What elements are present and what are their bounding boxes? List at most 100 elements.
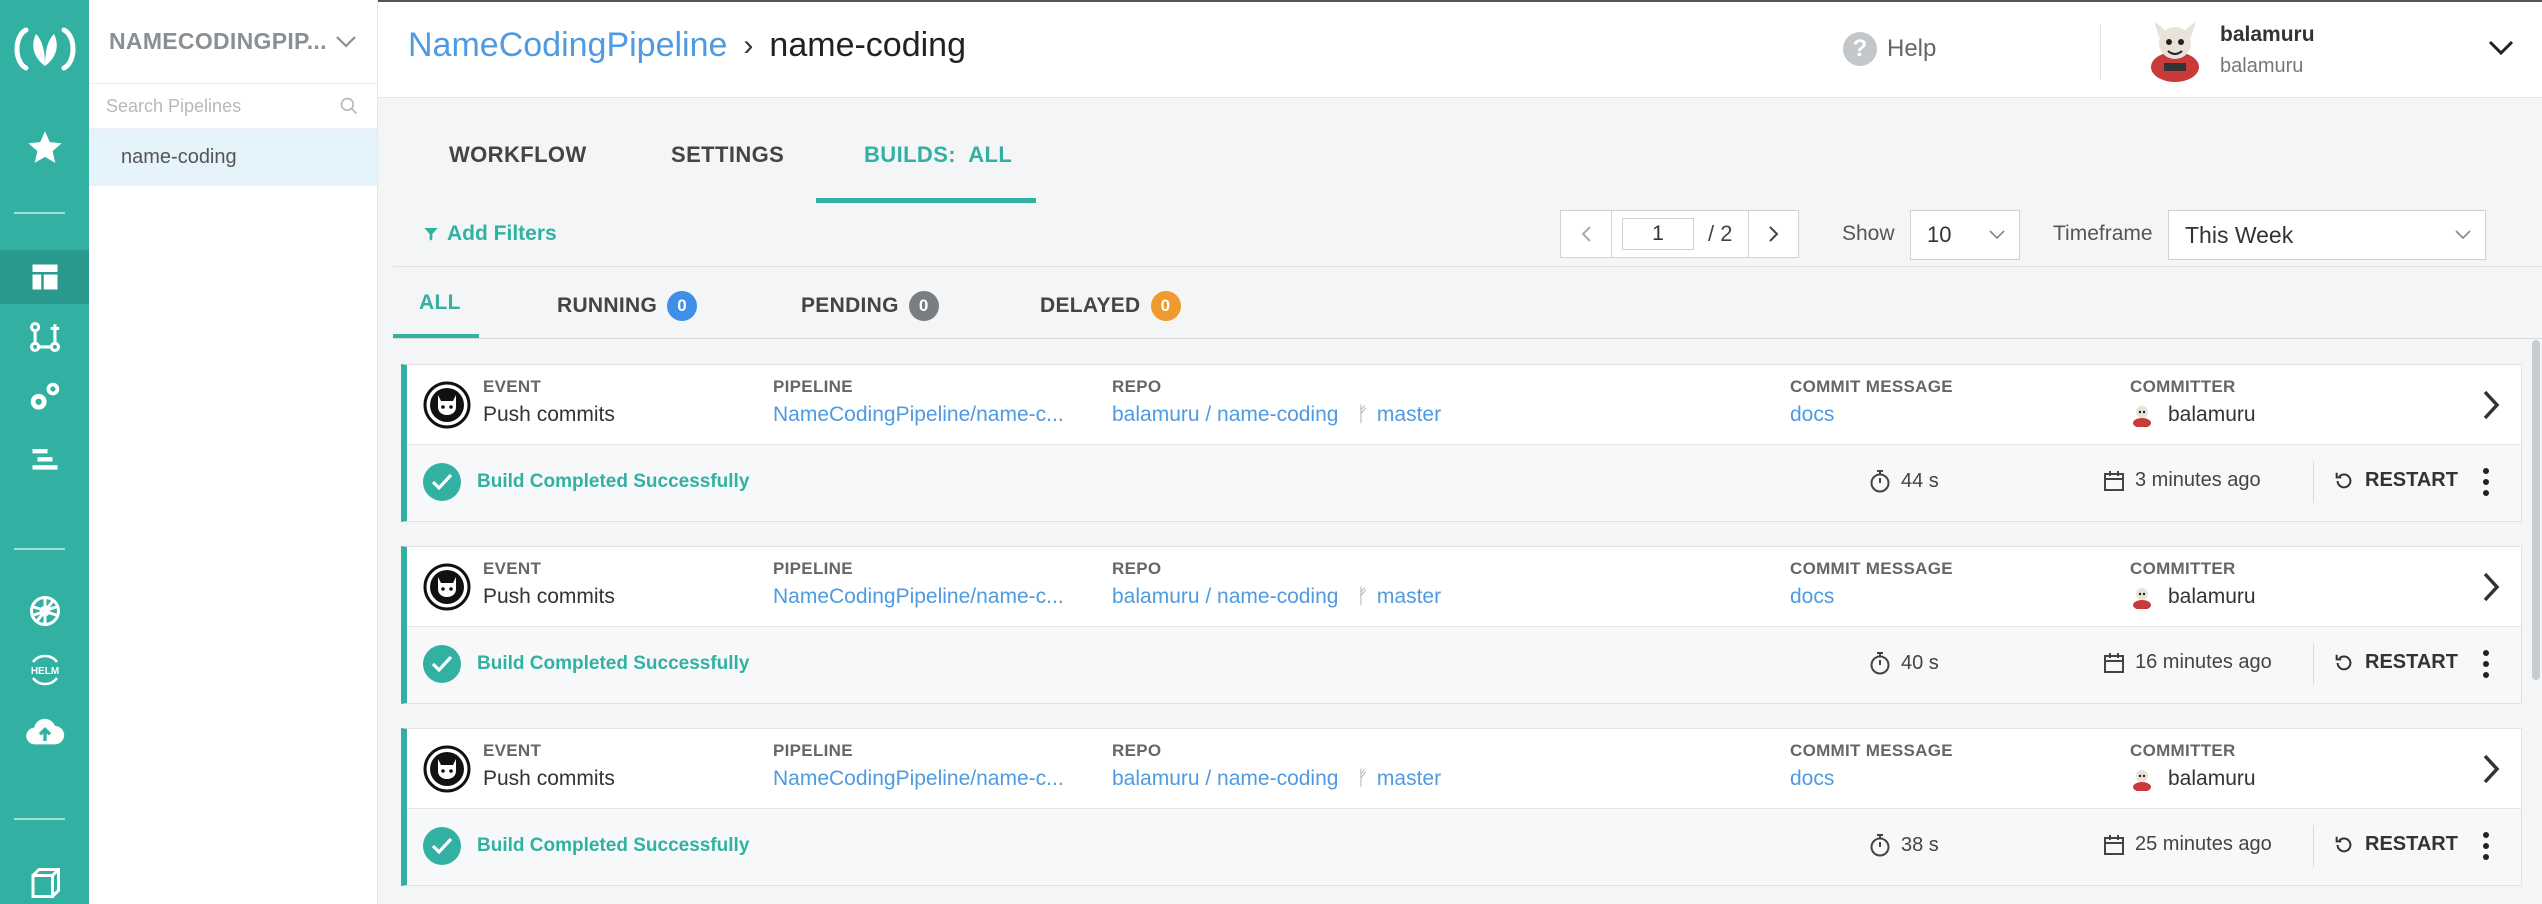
breadcrumb-project-link[interactable]: NameCodingPipeline <box>408 26 727 65</box>
cloud-upload-icon[interactable] <box>0 704 89 758</box>
restart-button[interactable]: RESTART <box>2333 833 2458 856</box>
tab-workflow[interactable]: WORKFLOW <box>449 142 587 168</box>
check-icon <box>423 645 461 683</box>
build-duration: 38 s <box>1869 833 1939 857</box>
page-number-input[interactable] <box>1622 218 1694 250</box>
pipeline-link[interactable]: NameCodingPipeline/name-c... <box>773 767 1064 791</box>
more-options-icon[interactable] <box>2481 465 2491 499</box>
branch-link[interactable]: ᚠ master <box>1356 767 1441 790</box>
pipeline-link[interactable]: NameCodingPipeline/name-c... <box>773 585 1064 609</box>
repo-column: REPO balamuru / name-coding ᚠ master <box>1112 741 1441 791</box>
pipeline-label: PIPELINE <box>773 377 853 396</box>
stopwatch-icon <box>1870 470 1890 493</box>
add-filters-button[interactable]: Add Filters <box>423 222 557 246</box>
pipelines-sidebar-header[interactable]: NAMECODINGPIP... <box>89 0 377 84</box>
repo-link[interactable]: balamuru / name-coding <box>1112 403 1338 426</box>
branch-link[interactable]: ᚠ master <box>1356 585 1441 608</box>
helm-icon[interactable]: HELM <box>0 643 89 697</box>
avatar <box>2151 21 2199 82</box>
commit-message-link[interactable]: docs <box>1790 403 1953 427</box>
scrollbar[interactable] <box>2532 340 2540 680</box>
user-name: balamuru <box>2220 22 2315 46</box>
commit-message-label: COMMIT MESSAGE <box>1790 377 1953 396</box>
build-card-status: Build Completed Successfully 40 s 16 min… <box>407 627 2521 703</box>
filter-icon <box>424 228 438 241</box>
prev-page-button[interactable] <box>1561 211 1611 257</box>
header-divider <box>2100 24 2101 80</box>
codefresh-logo-icon[interactable] <box>0 22 89 76</box>
pipeline-search-input[interactable] <box>106 95 326 117</box>
rail-divider <box>14 212 65 214</box>
page-size-select[interactable]: 10 <box>1910 210 2020 260</box>
pipeline-link[interactable]: NameCodingPipeline/name-c... <box>773 403 1064 427</box>
build-card[interactable]: EVENT Push commits PIPELINE NameCodingPi… <box>401 728 2522 886</box>
restart-label: RESTART <box>2365 469 2458 491</box>
build-card[interactable]: EVENT Push commits PIPELINE NameCodingPi… <box>401 546 2522 704</box>
repo-label: REPO <box>1112 741 1162 760</box>
chevron-right-icon[interactable] <box>2481 571 2501 603</box>
committer-label: COMMITTER <box>2130 377 2236 396</box>
committer-name: balamuru <box>2168 403 2256 426</box>
more-options-icon[interactable] <box>2481 829 2491 863</box>
restart-icon <box>2335 836 2352 852</box>
page-title: name-coding <box>769 26 966 64</box>
pagination: / 2 <box>1560 210 1800 258</box>
status-tab-all[interactable]: ALL <box>419 291 461 315</box>
star-icon[interactable] <box>0 120 89 174</box>
help-link[interactable]: ? Help <box>1843 32 1936 66</box>
event-label: EVENT <box>483 377 542 396</box>
build-status: Build Completed Successfully <box>423 827 749 865</box>
repo-link[interactable]: balamuru / name-coding <box>1112 585 1338 608</box>
commit-message-link[interactable]: docs <box>1790 767 1953 791</box>
search-icon <box>340 97 358 115</box>
commit-message-column: COMMIT MESSAGE docs <box>1790 559 1953 609</box>
sidebar-item-name-coding[interactable]: name-coding <box>89 129 377 186</box>
branch-name: master <box>1376 767 1442 790</box>
user-menu[interactable]: balamuru balamuru <box>2144 17 2315 83</box>
pipeline-column: PIPELINE NameCodingPipeline/name-c... <box>773 377 1064 427</box>
dashboard-icon[interactable] <box>0 250 89 304</box>
next-page-button[interactable] <box>1748 211 1798 257</box>
repo-column: REPO balamuru / name-coding ᚠ master <box>1112 377 1441 427</box>
commit-message-link[interactable]: docs <box>1790 585 1953 609</box>
cube-icon[interactable] <box>0 856 89 904</box>
kubernetes-icon[interactable] <box>0 584 89 638</box>
build-duration: 44 s <box>1869 469 1939 493</box>
branch-link[interactable]: ᚠ master <box>1356 403 1441 426</box>
settings-gears-icon[interactable] <box>0 370 89 424</box>
commit-message-label: COMMIT MESSAGE <box>1790 741 1953 760</box>
tab-builds[interactable]: BUILDS: ALL <box>864 142 1012 168</box>
tab-settings[interactable]: SETTINGS <box>671 142 784 168</box>
restart-button[interactable]: RESTART <box>2333 651 2458 674</box>
status-tab-running[interactable]: RUNNING 0 <box>557 291 698 321</box>
pipelines-icon[interactable] <box>0 310 89 364</box>
chevron-right-icon[interactable] <box>2481 753 2501 785</box>
more-options-icon[interactable] <box>2481 647 2491 681</box>
build-card[interactable]: EVENT Push commits PIPELINE NameCodingPi… <box>401 364 2522 522</box>
builds-list-icon[interactable] <box>0 432 89 486</box>
chevron-down-icon[interactable] <box>335 35 357 49</box>
chevron-right-icon <box>1769 226 1779 242</box>
svg-text:HELM: HELM <box>30 666 58 677</box>
repo-link[interactable]: balamuru / name-coding <box>1112 767 1338 790</box>
restart-button[interactable]: RESTART <box>2333 469 2458 492</box>
committer-column: COMMITTER balamuru <box>2130 377 2256 427</box>
pending-count-badge: 0 <box>908 291 939 321</box>
chevron-right-icon[interactable] <box>2481 389 2501 421</box>
event-column: EVENT Push commits <box>483 377 615 427</box>
breadcrumb: NameCodingPipeline › name-coding <box>408 26 966 65</box>
timeframe-select[interactable]: This Week <box>2168 210 2486 260</box>
status-tab-label: ALL <box>419 291 461 314</box>
build-finished-value: 16 minutes ago <box>2135 651 2272 673</box>
restart-icon <box>2335 654 2352 670</box>
status-tab-delayed[interactable]: DELAYED 0 <box>1040 291 1181 321</box>
chevron-down-icon[interactable] <box>2488 40 2514 56</box>
status-tab-label: RUNNING <box>557 294 658 317</box>
active-tab-indicator <box>816 198 1036 203</box>
chevron-left-icon <box>1581 226 1591 242</box>
status-tab-pending[interactable]: PENDING 0 <box>801 291 939 321</box>
event-value: Push commits <box>483 767 615 790</box>
restart-label: RESTART <box>2365 651 2458 673</box>
committer-column: COMMITTER balamuru <box>2130 741 2256 791</box>
active-status-indicator <box>393 334 479 338</box>
